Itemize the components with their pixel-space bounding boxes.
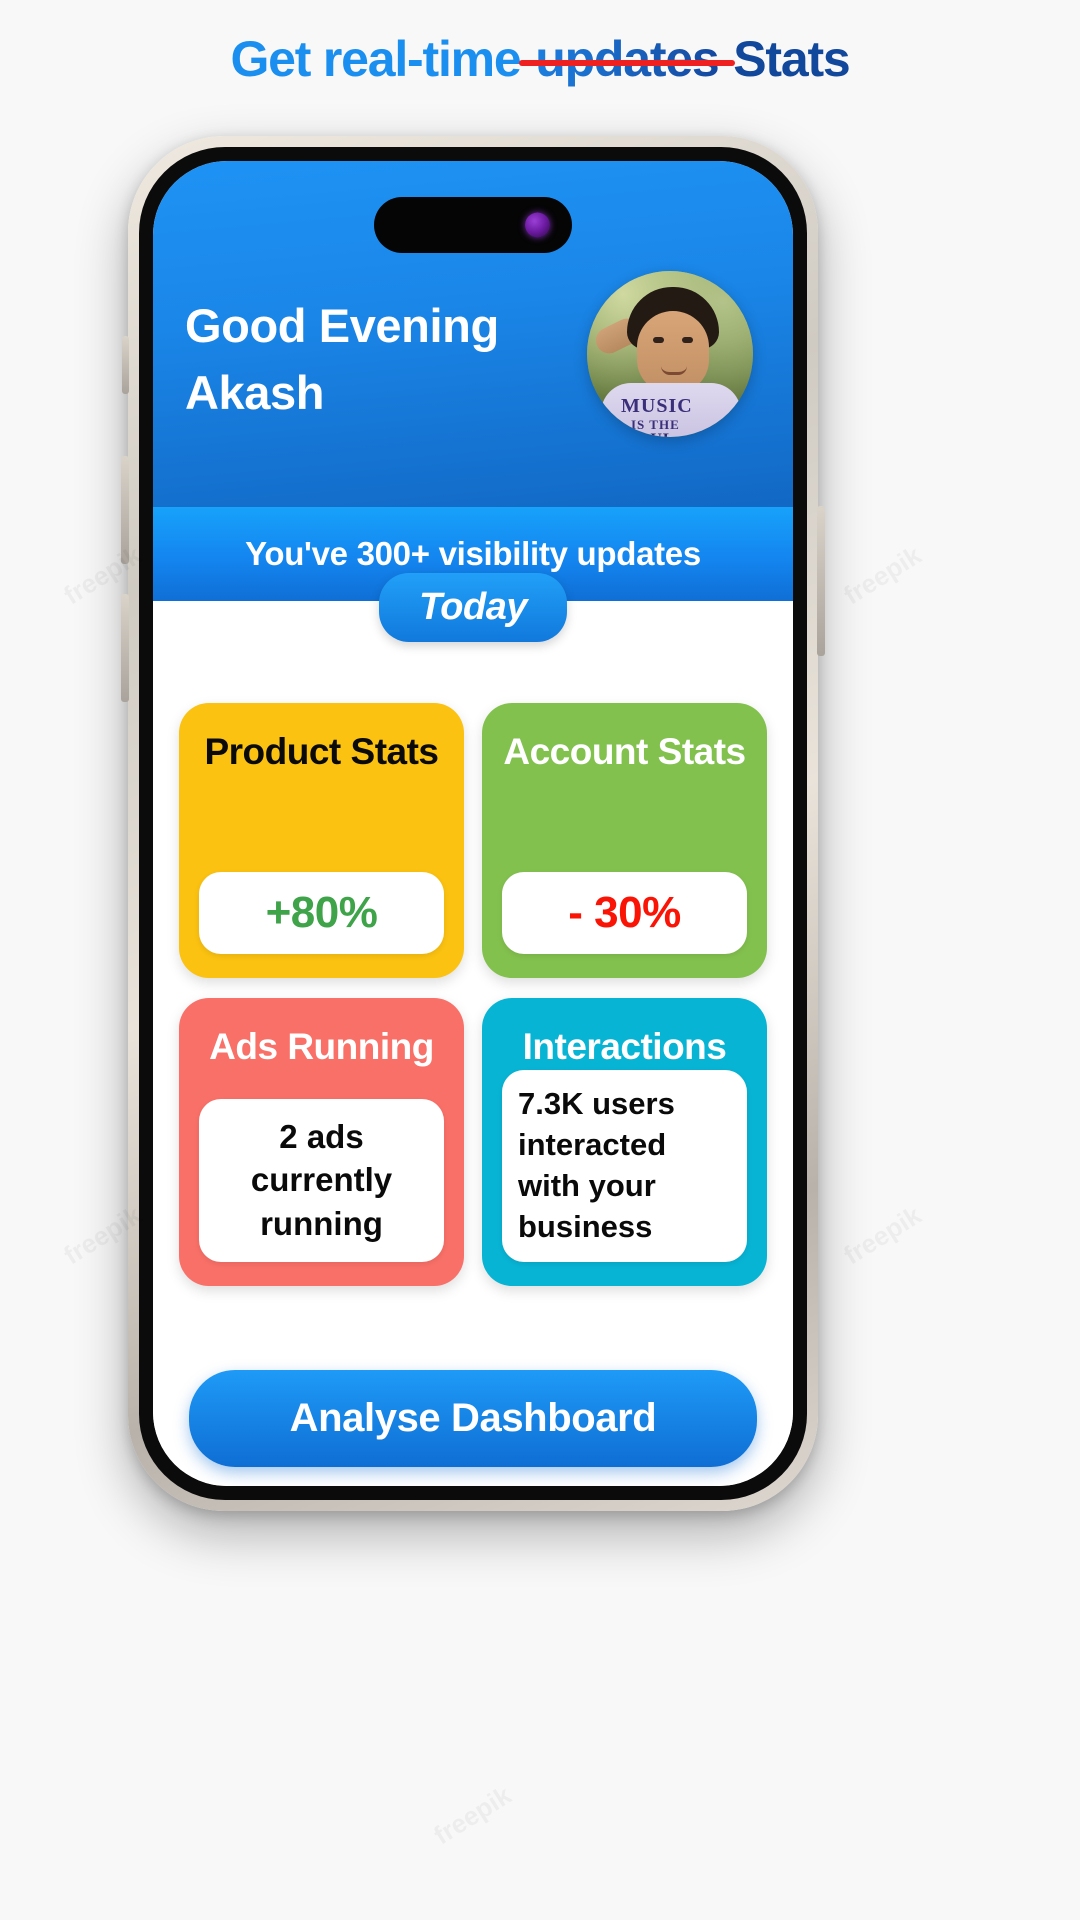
stats-card-grid: Product Stats +80% Account Stats - 30% A… — [179, 601, 767, 1286]
avatar-shirt-text-3: SOUL — [627, 431, 675, 437]
phone-mockup: Good Evening Akash MUSIC IS THE You've 3… — [121, 136, 825, 1511]
cta-wrapper: Analyse Dashboard — [179, 1286, 767, 1467]
dynamic-island — [374, 197, 572, 253]
greeting-line-2: Akash — [185, 365, 325, 419]
phone-bezel: Good Evening Akash MUSIC IS THE You've 3… — [139, 147, 807, 1500]
avatar-eye-left — [653, 337, 664, 343]
screenshot-root: Get real-time updates Stats Good Evening… — [0, 0, 1080, 1920]
card-value-chip: - 30% — [502, 872, 747, 954]
banner-text: You've 300+ visibility updates — [245, 535, 701, 572]
page-title: Get real-time updates Stats — [0, 30, 1080, 88]
front-camera-icon — [525, 212, 550, 238]
card-ads-running[interactable]: Ads Running 2 ads currently running — [179, 998, 464, 1286]
card-title: Account Stats — [503, 731, 746, 772]
app-body: Today Product Stats +80% Account Stats -… — [153, 573, 793, 1486]
watermark: freepik — [428, 1780, 517, 1851]
card-title: Ads Running — [209, 1026, 434, 1067]
card-value-chip: 2 ads currently running — [199, 1098, 444, 1262]
greeting-text: Good Evening Akash — [185, 293, 565, 426]
avatar-eye-right — [682, 337, 693, 343]
card-value-chip: 7.3K users interacted with your business — [502, 1069, 747, 1262]
volume-down-button[interactable] — [121, 594, 129, 702]
watermark: freepik — [838, 540, 927, 611]
headline-part-1: Get real-time — [230, 31, 521, 87]
card-product-stats[interactable]: Product Stats +80% — [179, 703, 464, 978]
card-title: Interactions — [522, 1026, 727, 1067]
phone-screen: Good Evening Akash MUSIC IS THE You've 3… — [153, 161, 793, 1486]
power-button[interactable] — [817, 506, 825, 656]
period-pill-today[interactable]: Today — [379, 573, 567, 642]
headline-struck-word: updates — [535, 31, 720, 87]
card-account-stats[interactable]: Account Stats - 30% — [482, 703, 767, 978]
avatar-shirt-text-1: MUSIC — [621, 395, 693, 417]
card-interactions[interactable]: Interactions 7.3K users interacted with … — [482, 998, 767, 1286]
mute-switch-button[interactable] — [122, 336, 129, 394]
volume-up-button[interactable] — [121, 456, 129, 564]
card-title: Product Stats — [204, 731, 439, 772]
greeting-line-1: Good Evening — [185, 299, 499, 352]
card-value-chip: +80% — [199, 872, 444, 954]
avatar[interactable]: MUSIC IS THE SOUL — [587, 271, 753, 437]
watermark: freepik — [838, 1200, 927, 1271]
analyse-dashboard-button[interactable]: Analyse Dashboard — [189, 1369, 757, 1467]
headline-part-3: Stats — [733, 31, 850, 87]
avatar-face — [637, 311, 709, 393]
